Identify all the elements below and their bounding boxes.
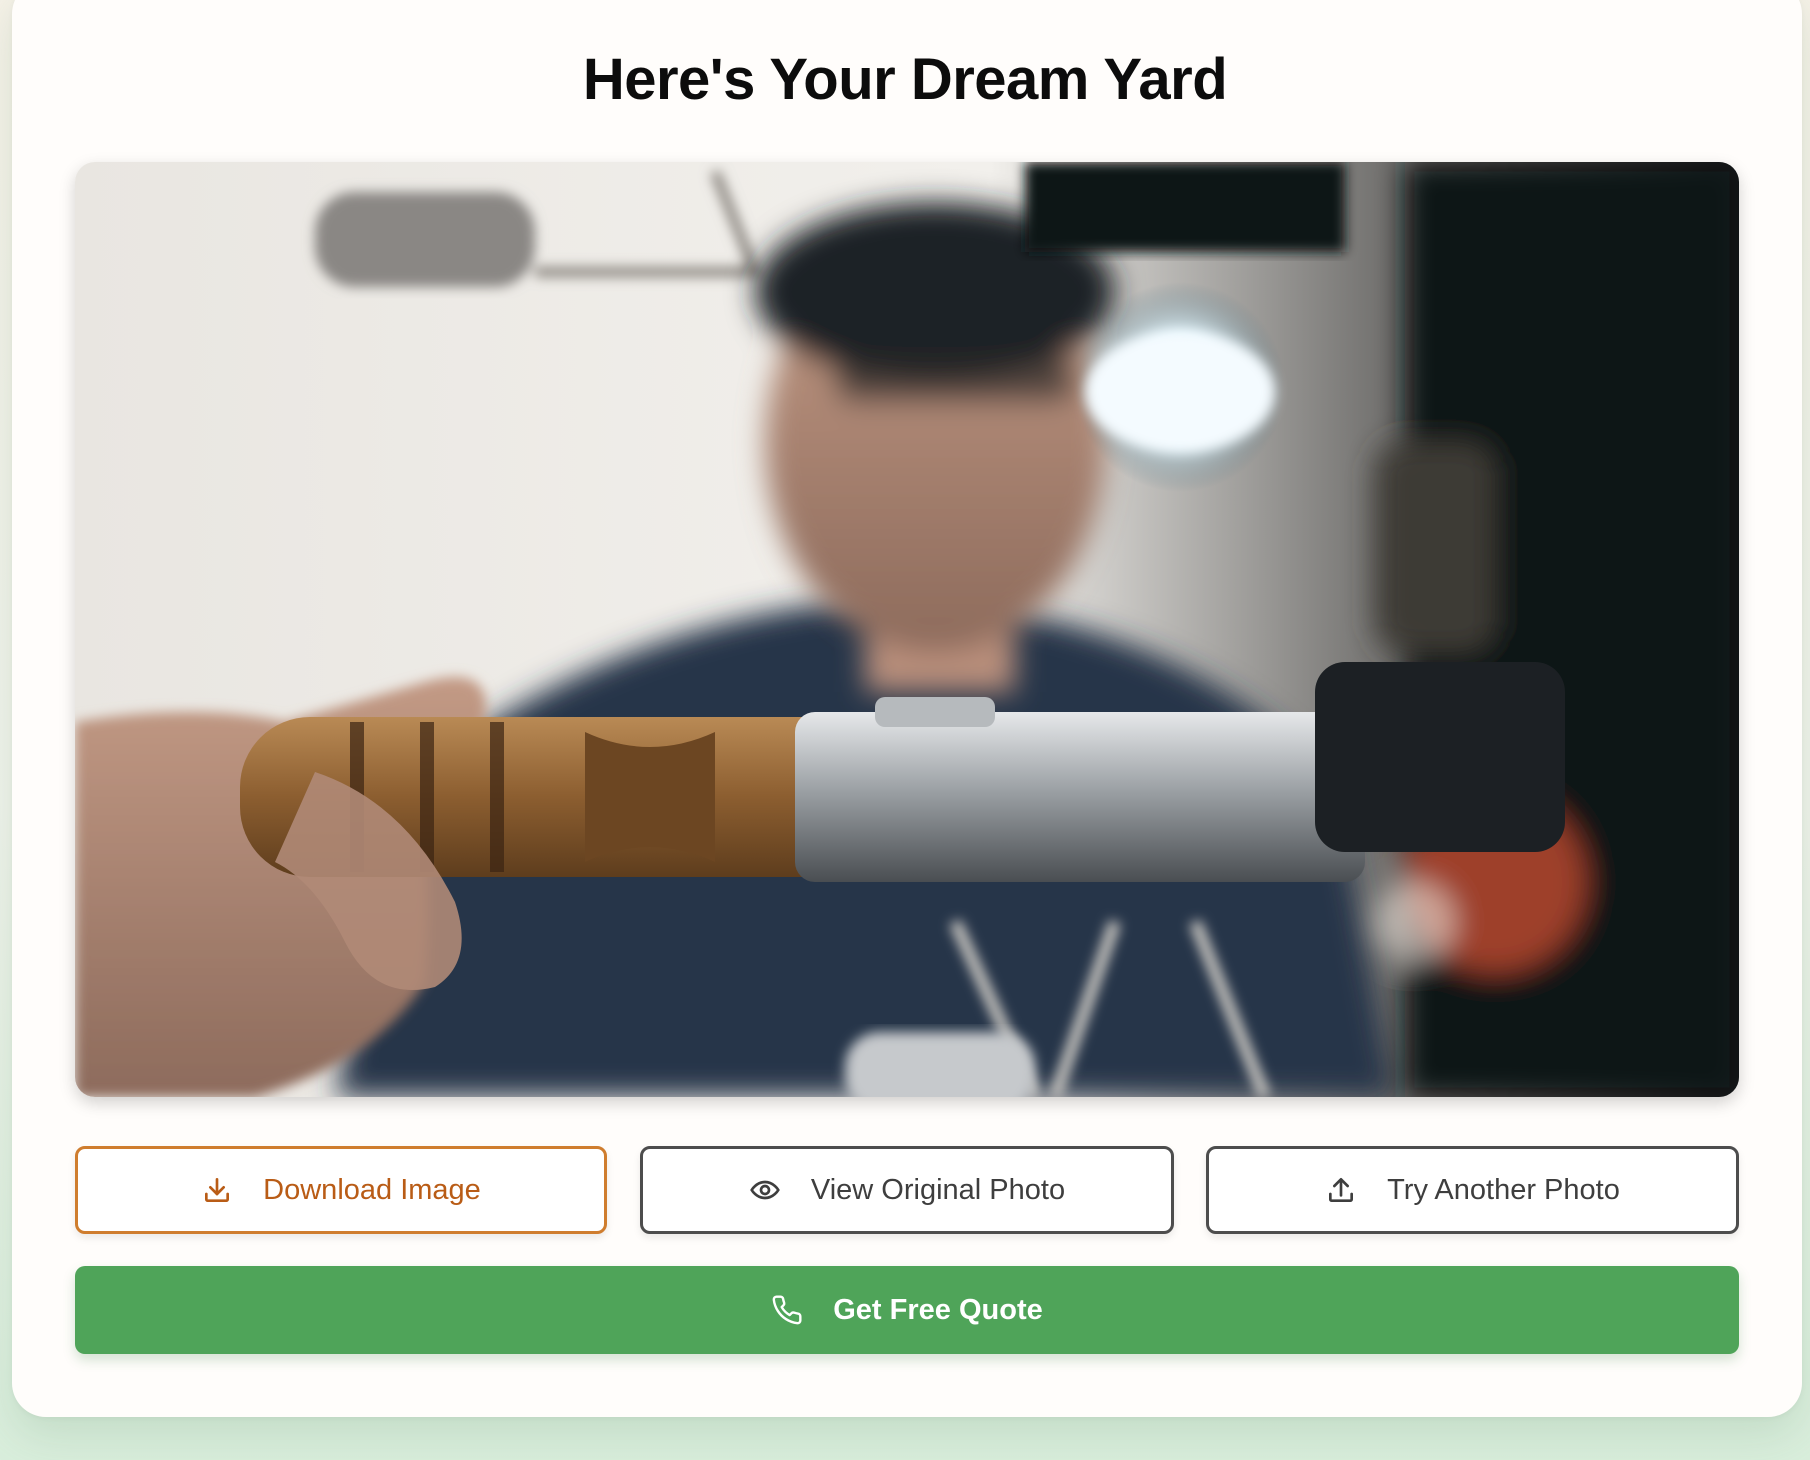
result-image <box>75 162 1739 1097</box>
upload-icon <box>1325 1174 1357 1206</box>
get-free-quote-button[interactable]: Get Free Quote <box>75 1266 1739 1354</box>
download-icon <box>201 1174 233 1206</box>
view-original-photo-button[interactable]: View Original Photo <box>640 1146 1174 1234</box>
download-image-button[interactable]: Download Image <box>75 1146 607 1234</box>
eye-icon <box>749 1174 781 1206</box>
view-original-photo-label: View Original Photo <box>810 1173 1066 1206</box>
get-free-quote-label: Get Free Quote <box>833 1293 1043 1326</box>
download-image-label: Download Image <box>263 1173 481 1206</box>
try-another-photo-label: Try Another Photo <box>1387 1173 1620 1206</box>
page-title: Here's Your Dream Yard <box>582 47 1228 112</box>
try-another-photo-button[interactable]: Try Another Photo <box>1206 1146 1739 1234</box>
phone-icon <box>771 1294 803 1326</box>
